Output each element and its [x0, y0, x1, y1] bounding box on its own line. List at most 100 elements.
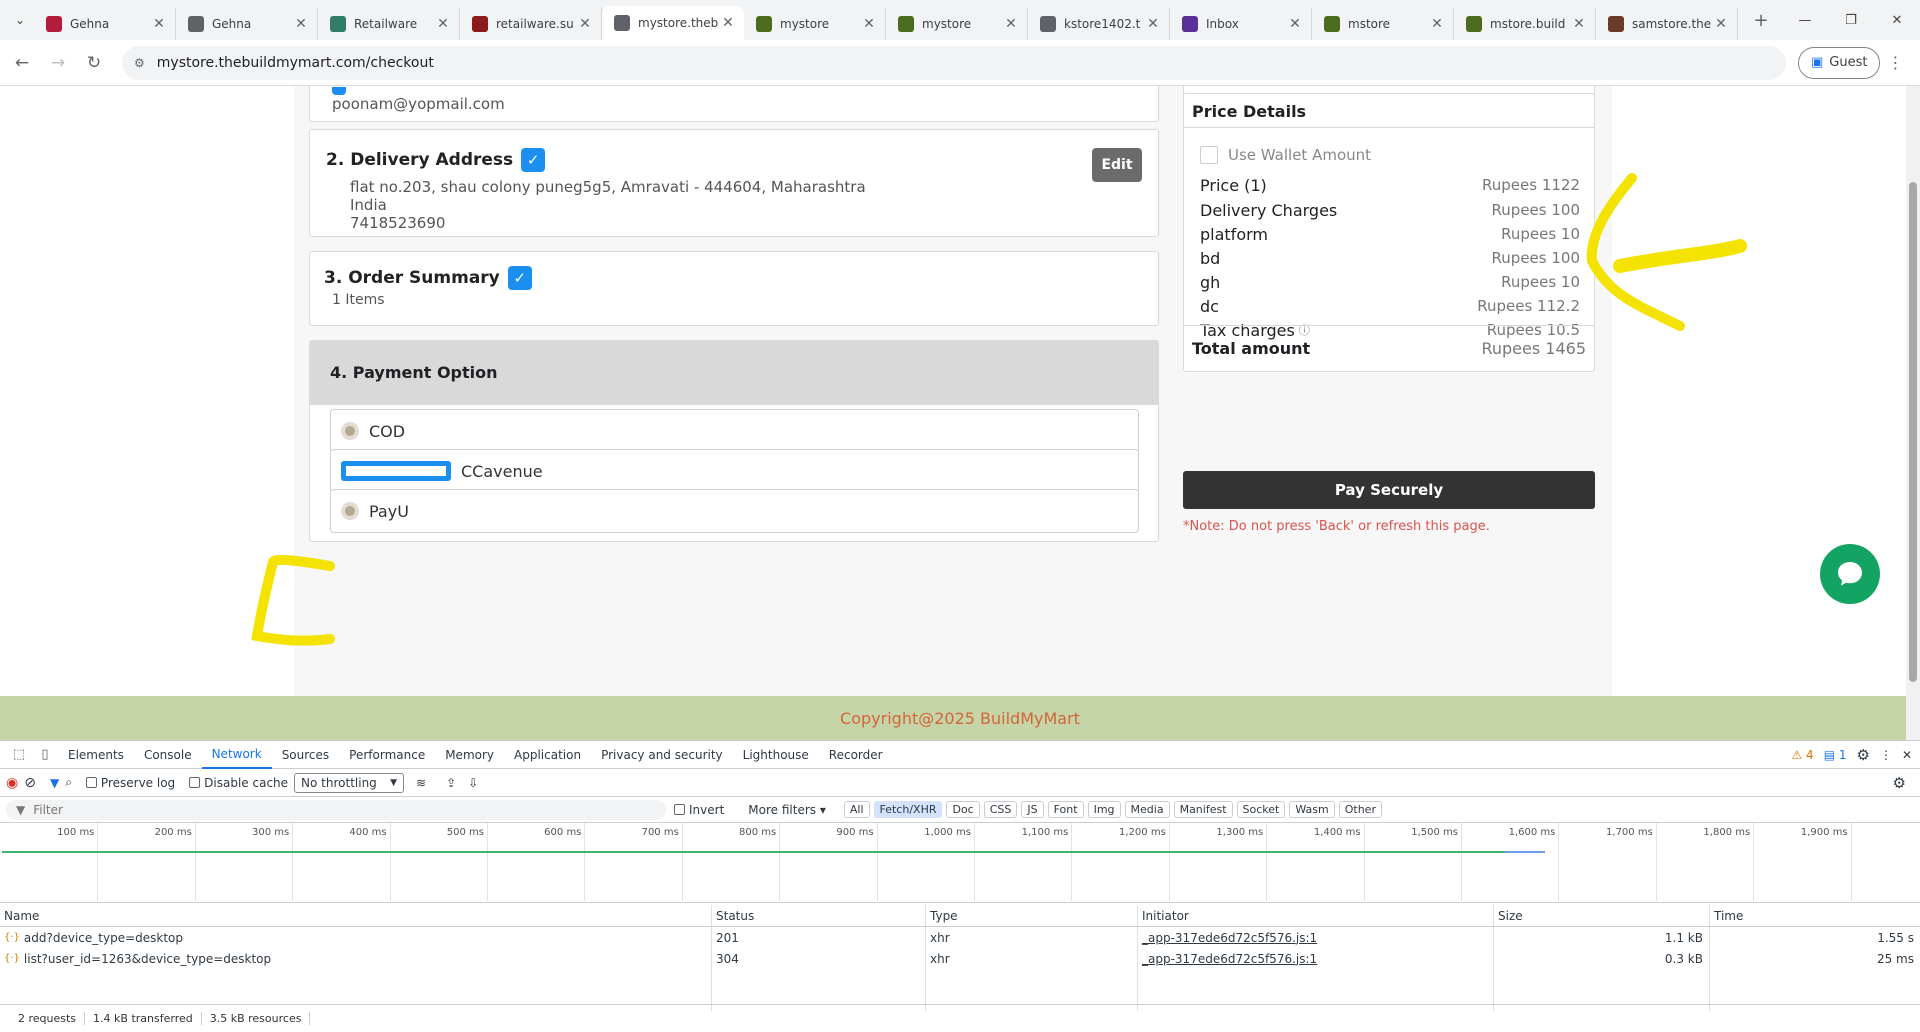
devtools-tab-recorder[interactable]: Recorder: [819, 741, 893, 769]
device-toolbar-icon[interactable]: ▯: [32, 743, 58, 767]
devtools-tab-elements[interactable]: Elements: [58, 741, 134, 769]
throttling-select[interactable]: No throttling ▼: [294, 772, 405, 793]
disable-cache-toggle[interactable]: Disable cache: [189, 776, 288, 790]
filter-icon[interactable]: ▼: [50, 776, 59, 790]
search-icon[interactable]: ⌕: [65, 775, 72, 790]
tab-close-icon[interactable]: ✕: [577, 16, 593, 32]
browser-tab[interactable]: mystore ✕: [886, 8, 1028, 40]
column-header-name[interactable]: Name: [0, 905, 712, 926]
payment-radio[interactable]: [341, 422, 359, 440]
request-initiator[interactable]: _app-317ede6d72c5f576.js:1: [1138, 948, 1494, 969]
tab-close-icon[interactable]: ✕: [1287, 16, 1303, 32]
type-filter-other[interactable]: Other: [1338, 801, 1382, 818]
type-filter-socket[interactable]: Socket: [1236, 801, 1286, 818]
browser-tab[interactable]: Inbox ✕: [1170, 8, 1312, 40]
browser-tab[interactable]: Gehna ✕: [176, 8, 318, 40]
back-icon[interactable]: ←: [4, 45, 40, 81]
payment-radio[interactable]: [341, 461, 451, 481]
request-initiator[interactable]: _app-317ede6d72c5f576.js:1: [1138, 927, 1494, 948]
invert-checkbox[interactable]: [674, 804, 685, 815]
type-filter-font[interactable]: Font: [1047, 801, 1084, 818]
request-row[interactable]: {·} add?device_type=desktop 201 xhr _app-317…: [0, 927, 1920, 948]
messages-badge[interactable]: ▤ 1: [1824, 748, 1847, 762]
browser-tab[interactable]: mstore ✕: [1312, 8, 1454, 40]
type-filter-wasm[interactable]: Wasm: [1289, 801, 1335, 818]
column-header-initiator[interactable]: Initiator: [1138, 905, 1494, 926]
chat-button[interactable]: [1820, 544, 1880, 604]
type-filter-css[interactable]: CSS: [983, 801, 1018, 818]
tab-close-icon[interactable]: ✕: [1429, 16, 1445, 32]
request-name[interactable]: {·} add?device_type=desktop: [0, 927, 712, 948]
request-row[interactable]: {·} list?user_id=1263&device_type=desktop…: [0, 948, 1920, 969]
payment-option-ccavenue[interactable]: CCavenue: [330, 449, 1139, 493]
tab-close-icon[interactable]: ✕: [1145, 16, 1161, 32]
tab-close-icon[interactable]: ✕: [435, 16, 451, 32]
column-header-size[interactable]: Size: [1494, 905, 1710, 926]
devtools-tab-console[interactable]: Console: [134, 741, 202, 769]
edit-address-button[interactable]: Edit: [1092, 148, 1142, 182]
type-filter-fetchxhr[interactable]: Fetch/XHR: [873, 801, 943, 818]
type-filter-manifest[interactable]: Manifest: [1173, 801, 1233, 818]
browser-tab[interactable]: Gehna ✕: [34, 8, 176, 40]
filter-input[interactable]: ▼ Filter: [6, 799, 666, 820]
column-header-status[interactable]: Status: [712, 905, 926, 926]
import-har-icon[interactable]: ⇪: [446, 776, 456, 790]
invert-toggle[interactable]: Invert: [674, 803, 724, 817]
type-filter-doc[interactable]: Doc: [946, 801, 980, 818]
devtools-tab-privacy-and-security[interactable]: Privacy and security: [591, 741, 733, 769]
page-scrollbar[interactable]: [1906, 86, 1920, 740]
clear-icon[interactable]: ⊘: [24, 775, 36, 791]
close-window-icon[interactable]: ✕: [1874, 0, 1920, 40]
browser-tab[interactable]: mstore.build ✕: [1454, 8, 1596, 40]
devtools-tab-network[interactable]: Network: [201, 741, 272, 769]
tab-close-icon[interactable]: ✕: [861, 16, 877, 32]
devtools-tab-memory[interactable]: Memory: [435, 741, 504, 769]
type-filter-all[interactable]: All: [843, 801, 870, 818]
wallet-checkbox[interactable]: [1200, 146, 1218, 164]
minimize-icon[interactable]: —: [1782, 0, 1828, 40]
new-tab-button[interactable]: +: [1746, 10, 1776, 31]
payment-option-cod[interactable]: COD: [330, 409, 1139, 453]
pay-securely-button[interactable]: Pay Securely: [1183, 471, 1595, 509]
column-header-type[interactable]: Type: [926, 905, 1138, 926]
tab-search-icon[interactable]: ⌄: [6, 6, 34, 34]
export-har-icon[interactable]: ⇩: [468, 776, 478, 790]
tab-close-icon[interactable]: ✕: [1713, 16, 1729, 32]
tab-close-icon[interactable]: ✕: [151, 16, 167, 32]
browser-tab[interactable]: samstore.the ✕: [1596, 8, 1738, 40]
network-timeline[interactable]: 100 ms 200 ms 300 ms 400 ms 500 ms 600 ms 700 …: [0, 823, 1920, 903]
page-scrollbar-thumb[interactable]: [1909, 182, 1917, 682]
browser-tab[interactable]: retailware.su ✕: [460, 8, 602, 40]
devtools-menu-icon[interactable]: ⋮: [1880, 748, 1892, 762]
tab-close-icon[interactable]: ✕: [1003, 16, 1019, 32]
disable-cache-checkbox[interactable]: [189, 777, 201, 788]
browser-tab[interactable]: mystore ✕: [744, 8, 886, 40]
type-filter-js[interactable]: JS: [1021, 801, 1044, 818]
more-filters-button[interactable]: More filters ▾: [748, 803, 826, 817]
type-filter-img[interactable]: Img: [1087, 801, 1121, 818]
url-field[interactable]: ⚙ mystore.thebuildmymart.com/checkout: [122, 45, 1786, 80]
browser-menu-icon[interactable]: ⋮: [1880, 53, 1910, 72]
warnings-badge[interactable]: ⚠ 4: [1791, 748, 1813, 762]
reload-icon[interactable]: ↻: [76, 45, 112, 81]
wallet-toggle[interactable]: Use Wallet Amount: [1200, 146, 1371, 164]
type-filter-media[interactable]: Media: [1124, 801, 1170, 818]
tab-close-icon[interactable]: ✕: [720, 15, 736, 31]
tab-close-icon[interactable]: ✕: [293, 16, 309, 32]
payment-radio[interactable]: [341, 502, 359, 520]
network-conditions-icon[interactable]: ≋: [416, 776, 426, 790]
network-settings-icon[interactable]: ⚙: [1893, 774, 1906, 792]
preserve-log-toggle[interactable]: Preserve log: [85, 776, 175, 790]
column-header-time[interactable]: Time: [1710, 905, 1920, 926]
devtools-tab-application[interactable]: Application: [504, 741, 591, 769]
devtools-tab-sources[interactable]: Sources: [272, 741, 339, 769]
payment-option-payu[interactable]: PayU: [330, 489, 1139, 533]
record-icon[interactable]: ◉: [6, 775, 18, 791]
devtools-tab-performance[interactable]: Performance: [339, 741, 435, 769]
site-info-icon[interactable]: ⚙: [134, 56, 145, 70]
browser-tab[interactable]: mystore.theb ✕: [602, 6, 744, 40]
inspect-element-icon[interactable]: ⬚: [6, 743, 32, 767]
profile-button[interactable]: ▣ Guest: [1798, 46, 1881, 79]
browser-tab[interactable]: Retailware ✕: [318, 8, 460, 40]
restore-icon[interactable]: ❐: [1828, 0, 1874, 40]
